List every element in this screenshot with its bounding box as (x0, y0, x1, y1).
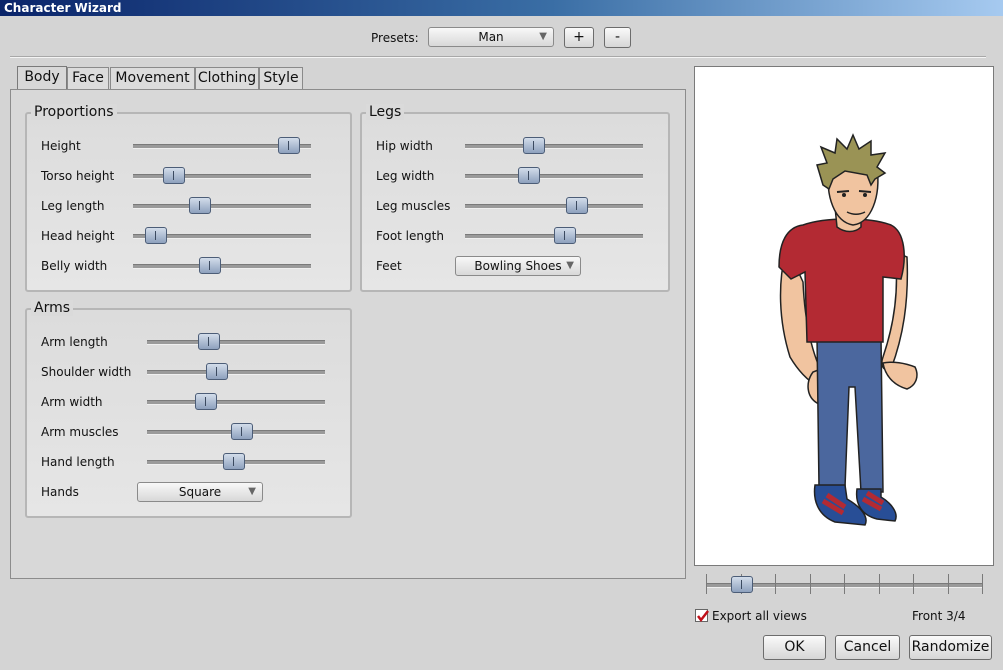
arms-slider-track[interactable] (147, 370, 325, 375)
legs-slider-thumb[interactable] (522, 137, 545, 154)
arms-slider-thumb[interactable] (195, 393, 218, 410)
arms-slider-label: Arm muscles (41, 425, 119, 439)
feet-label: Feet (376, 259, 402, 273)
arms-slider-label: Arm width (41, 395, 103, 409)
arms-title: Arms (31, 300, 74, 316)
tab-body[interactable]: Body (17, 66, 67, 90)
chevron-down-icon: ▼ (566, 260, 574, 271)
character-illustration (778, 133, 918, 526)
arms-slider-label: Shoulder width (41, 365, 132, 379)
arms-slider-label: Arm length (41, 335, 108, 349)
view-slider-tick (706, 574, 707, 594)
legs-slider-label: Hip width (376, 139, 433, 153)
presets-value: Man (478, 30, 504, 44)
hands-dropdown[interactable]: Square ▼ (137, 482, 263, 502)
checkmark-icon (697, 610, 709, 623)
legs-slider-track[interactable] (465, 204, 643, 209)
window-title: Character Wizard (0, 0, 1003, 16)
view-slider-tick (913, 574, 914, 594)
arms-slider-thumb[interactable] (231, 423, 254, 440)
view-slider-tick (878, 574, 880, 594)
tab-style[interactable]: Style (259, 67, 303, 89)
tab-clothing[interactable]: Clothing (195, 67, 259, 89)
arms-slider-thumb[interactable] (198, 333, 221, 350)
character-preview (694, 66, 994, 566)
separator (10, 56, 986, 58)
view-slider-tick (844, 574, 845, 594)
proportions-slider-label: Leg length (41, 199, 105, 213)
arms-slider-thumb[interactable] (223, 453, 246, 470)
view-slider-tick (775, 574, 776, 594)
tab-movement[interactable]: Movement (110, 67, 195, 89)
proportions-slider-track[interactable] (133, 264, 311, 269)
view-slider-tick (947, 574, 949, 594)
tab-face[interactable]: Face (67, 67, 109, 89)
proportions-slider-label: Torso height (41, 169, 115, 183)
arms-slider-label: Hand length (41, 455, 115, 469)
add-preset-button[interactable]: + (564, 27, 594, 48)
view-slider-tick (982, 574, 983, 594)
proportions-slider-track[interactable] (133, 174, 311, 179)
view-label: Front 3/4 (912, 609, 966, 623)
proportions-slider-label: Height (41, 139, 81, 153)
legs-slider-track[interactable] (465, 144, 643, 149)
legs-slider-label: Foot length (376, 229, 444, 243)
legs-slider-label: Leg muscles (376, 199, 451, 213)
proportions-slider-track[interactable] (133, 204, 311, 209)
legs-title: Legs (366, 104, 405, 120)
proportions-slider-label: Head height (41, 229, 115, 243)
legs-slider-thumb[interactable] (566, 197, 589, 214)
view-slider-tick (809, 574, 811, 594)
export-all-views-label: Export all views (712, 609, 807, 623)
proportions-slider-thumb[interactable] (189, 197, 212, 214)
proportions-slider-label: Belly width (41, 259, 108, 273)
legs-slider-track[interactable] (465, 174, 643, 179)
proportions-slider-thumb[interactable] (162, 167, 185, 184)
presets-dropdown[interactable]: Man ▼ (428, 27, 554, 47)
ok-button[interactable]: OK (763, 635, 826, 660)
remove-preset-button[interactable]: - (604, 27, 631, 48)
hands-label: Hands (41, 485, 79, 499)
randomize-button[interactable]: Randomize (909, 635, 992, 660)
proportions-title: Proportions (31, 104, 117, 120)
view-slider-thumb[interactable] (731, 576, 754, 593)
chevron-down-icon: ▼ (539, 31, 547, 42)
feet-dropdown[interactable]: Bowling Shoes ▼ (455, 256, 581, 276)
proportions-slider-thumb[interactable] (145, 227, 168, 244)
arms-slider-track[interactable] (147, 400, 325, 405)
chevron-down-icon: ▼ (248, 486, 256, 497)
arms-slider-track[interactable] (147, 340, 325, 345)
legs-slider-thumb[interactable] (518, 167, 541, 184)
hands-value: Square (178, 485, 222, 499)
export-all-views-checkbox[interactable] (695, 609, 709, 623)
cancel-button[interactable]: Cancel (835, 635, 900, 660)
presets-label: Presets: (371, 31, 419, 45)
arms-slider-thumb[interactable] (206, 363, 229, 380)
feet-value: Bowling Shoes (474, 259, 562, 273)
legs-slider-thumb[interactable] (553, 227, 576, 244)
proportions-slider-thumb[interactable] (198, 257, 221, 274)
proportions-slider-thumb[interactable] (278, 137, 301, 154)
legs-slider-label: Leg width (376, 169, 435, 183)
